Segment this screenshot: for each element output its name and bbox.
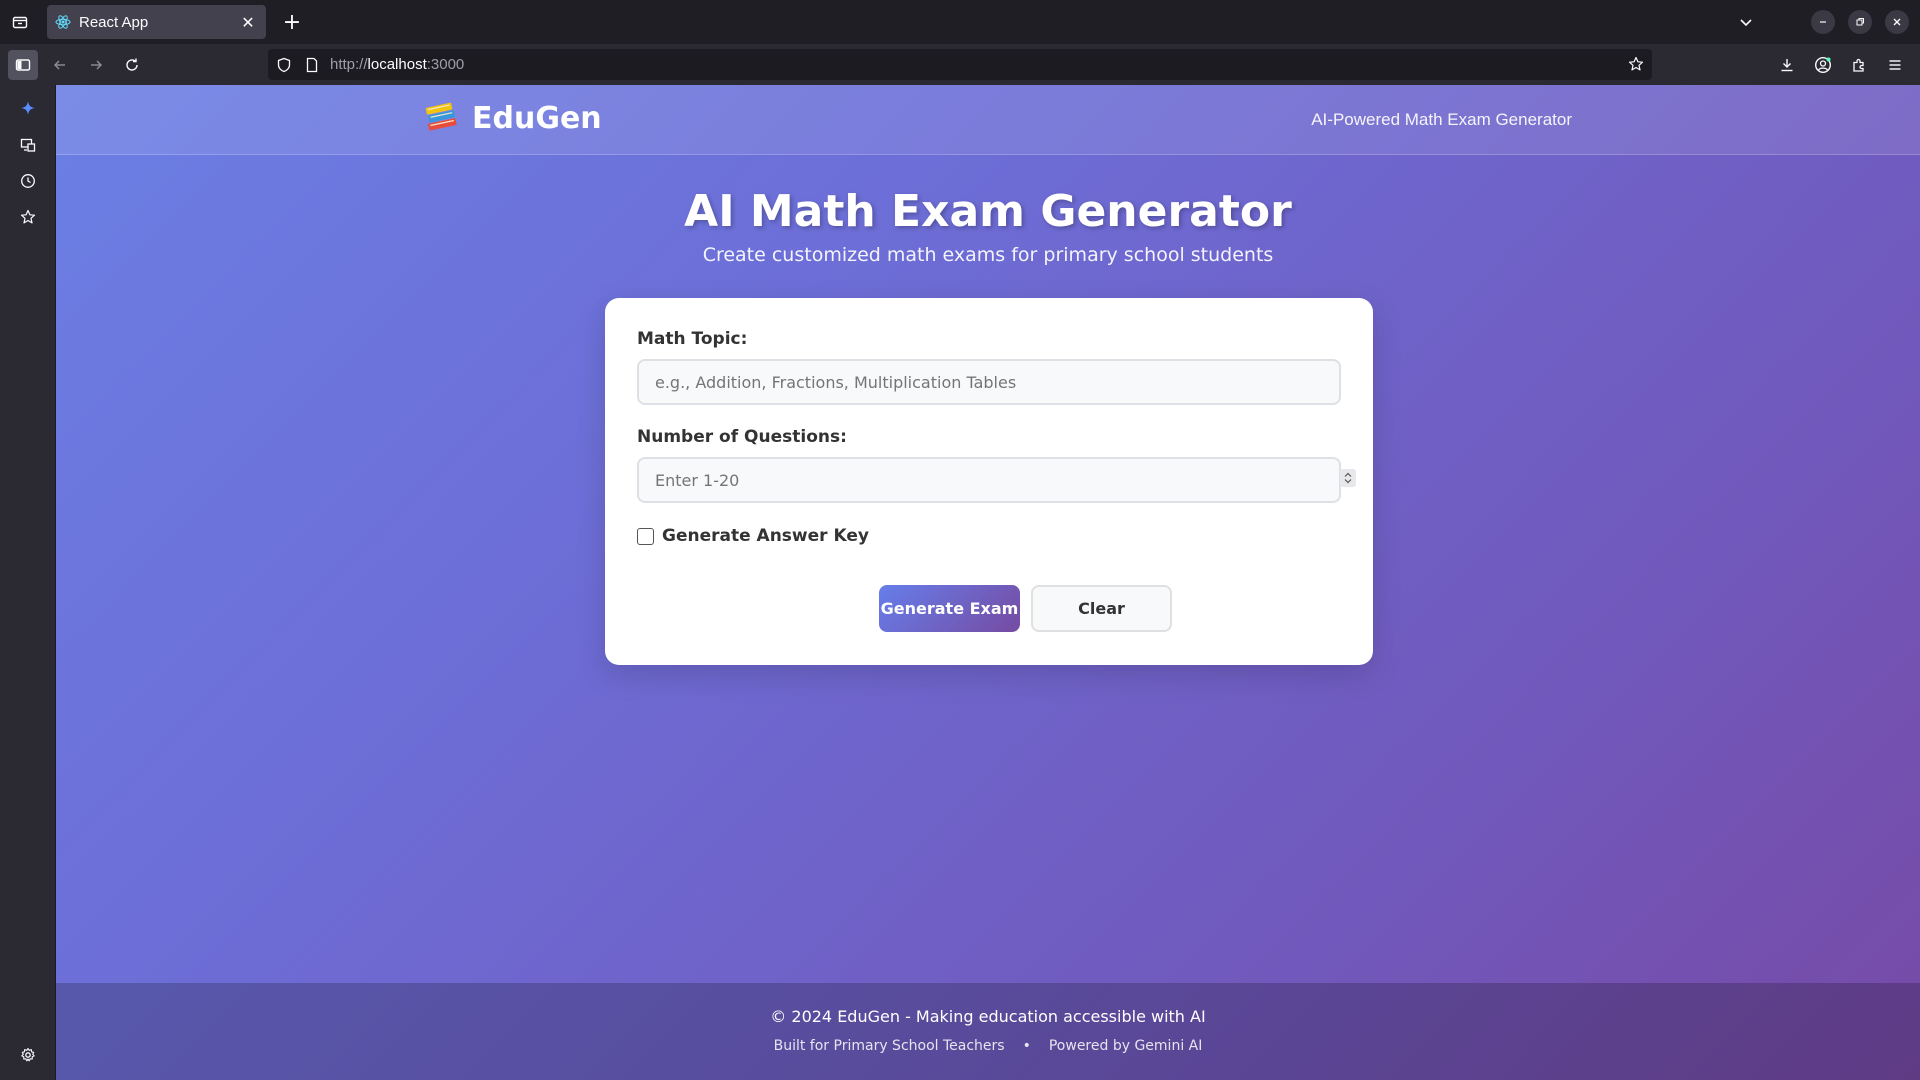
url-text: http://localhost:3000 bbox=[330, 56, 464, 73]
browser-nav-bar: http://localhost:3000 bbox=[0, 44, 1920, 85]
bookmarks-icon[interactable] bbox=[16, 205, 40, 229]
reload-icon[interactable] bbox=[117, 50, 147, 80]
tab-title: React App bbox=[79, 13, 149, 31]
restore-icon[interactable] bbox=[1848, 10, 1872, 34]
minimize-icon[interactable] bbox=[1811, 10, 1835, 34]
menu-icon[interactable] bbox=[1880, 50, 1910, 80]
bookmark-star-icon[interactable] bbox=[1628, 56, 1644, 72]
number-spinner-icon[interactable] bbox=[1340, 469, 1356, 487]
close-window-icon[interactable] bbox=[1885, 10, 1909, 34]
question-count-wrapper bbox=[605, 457, 1373, 503]
page-title: AI Math Exam Generator bbox=[684, 186, 1292, 237]
chevron-down-icon[interactable] bbox=[1734, 10, 1758, 34]
question-count-label: Number of Questions: bbox=[637, 427, 847, 447]
app-footer: © 2024 EduGen - Making education accessi… bbox=[56, 983, 1920, 1080]
react-favicon-icon bbox=[55, 14, 71, 30]
forward-arrow-icon[interactable] bbox=[81, 50, 111, 80]
url-scheme: http:// bbox=[330, 56, 368, 73]
footer-built-for: Built for Primary School Teachers bbox=[773, 1038, 1005, 1054]
header-tagline: AI-Powered Math Exam Generator bbox=[1311, 110, 1572, 129]
exam-form-card: Math Topic: Number of Questions: Generat… bbox=[605, 298, 1373, 665]
brand-name: EduGen bbox=[472, 100, 602, 136]
topic-input[interactable] bbox=[637, 359, 1341, 405]
url-bar[interactable]: http://localhost:3000 bbox=[268, 49, 1652, 80]
plus-icon[interactable]: + bbox=[278, 8, 306, 36]
close-icon[interactable]: ✕ bbox=[238, 13, 258, 32]
generate-exam-button[interactable]: Generate Exam bbox=[879, 585, 1020, 632]
sidebar-icon[interactable] bbox=[8, 50, 38, 80]
page-subtitle: Create customized math exams for primary… bbox=[702, 244, 1274, 266]
footer-separator: • bbox=[1022, 1038, 1031, 1054]
page-viewport: EduGen AI-Powered Math Exam Generator AI… bbox=[56, 85, 1920, 1080]
page-icon[interactable] bbox=[304, 57, 320, 73]
url-port: :3000 bbox=[426, 56, 465, 73]
ai-sparkle-icon[interactable] bbox=[16, 96, 40, 120]
answer-key-checkbox[interactable] bbox=[637, 527, 654, 545]
shield-icon[interactable] bbox=[276, 57, 292, 73]
history-icon[interactable] bbox=[16, 169, 40, 193]
settings-icon[interactable] bbox=[16, 1043, 40, 1067]
browser-sidebar bbox=[0, 85, 56, 1080]
extensions-icon[interactable] bbox=[1844, 50, 1874, 80]
browser-tab[interactable]: React App ✕ bbox=[47, 5, 266, 39]
answer-key-option[interactable]: Generate Answer Key bbox=[637, 526, 869, 546]
footer-powered-by: Powered by Gemini AI bbox=[1048, 1038, 1203, 1054]
topic-label: Math Topic: bbox=[637, 329, 748, 349]
footer-copyright: © 2024 EduGen - Making education accessi… bbox=[770, 1007, 1206, 1026]
footer-links: Built for Primary School Teachers • Powere… bbox=[56, 1038, 1920, 1054]
books-icon bbox=[422, 99, 460, 137]
download-icon[interactable] bbox=[1772, 50, 1802, 80]
browser-tab-bar: React App ✕ + bbox=[0, 0, 1920, 44]
brand-logo[interactable]: EduGen bbox=[422, 99, 602, 137]
account-icon[interactable] bbox=[1808, 50, 1838, 80]
url-host: localhost bbox=[367, 56, 427, 73]
synced-tabs-icon[interactable] bbox=[16, 133, 40, 157]
clear-button[interactable]: Clear bbox=[1031, 585, 1172, 632]
app-header: EduGen AI-Powered Math Exam Generator bbox=[56, 85, 1920, 155]
tab-list-icon[interactable] bbox=[6, 8, 34, 36]
answer-key-label[interactable]: Generate Answer Key bbox=[662, 526, 869, 546]
back-arrow-icon[interactable] bbox=[45, 50, 75, 80]
question-count-input[interactable] bbox=[637, 457, 1341, 503]
